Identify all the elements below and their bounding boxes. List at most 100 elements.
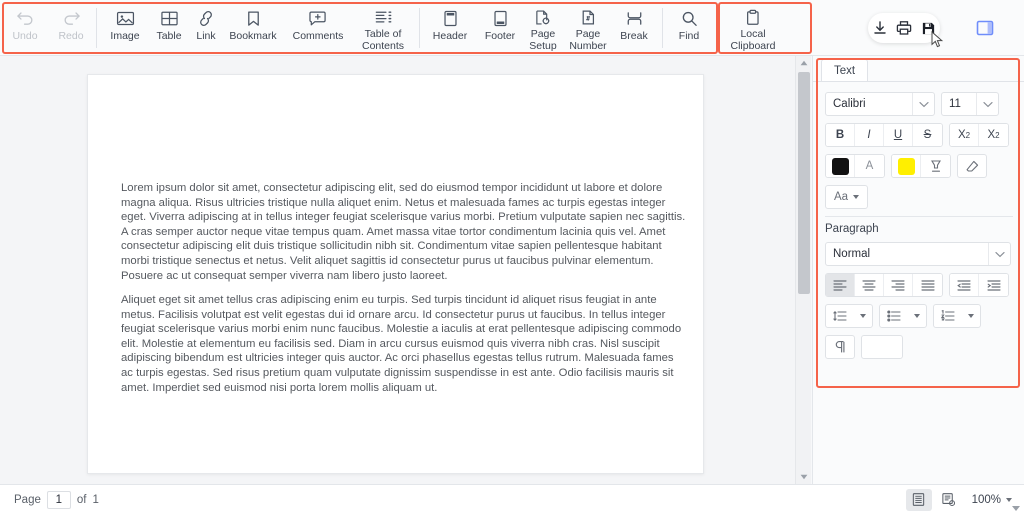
document-vertical-scrollbar[interactable]: [795, 56, 811, 484]
italic-button[interactable]: I: [855, 124, 884, 146]
document-editor-window: Undo Redo Image TableLinkBookmark CommentsTa…: [0, 0, 1024, 514]
bullet-list-icon: [880, 310, 908, 322]
page-number-input[interactable]: [47, 491, 71, 509]
scroll-up-arrow-icon[interactable]: [796, 56, 812, 70]
page-view-icon[interactable]: [906, 489, 932, 511]
toolbar-button-label: Page Setup: [529, 29, 556, 52]
highlight-color-swatch-button[interactable]: [892, 155, 921, 177]
save-button[interactable]: [918, 18, 938, 38]
toolbar-button-table[interactable]: Table: [148, 0, 190, 52]
paragraph-style-select[interactable]: Normal: [825, 242, 1011, 266]
superscript-label: X: [958, 129, 966, 141]
toolbar-button-image[interactable]: Image: [100, 0, 150, 52]
align-left-icon[interactable]: [826, 274, 855, 296]
document-paragraph[interactable]: Lorem ipsum dolor sit amet, consectetur …: [121, 181, 688, 283]
toolbar-separator: [96, 8, 97, 48]
toolbar-button-page-number[interactable]: Page Number: [564, 0, 612, 52]
clear-formatting-icon[interactable]: [957, 154, 987, 178]
toolbar-button-footer[interactable]: Footer: [476, 0, 524, 52]
document-paragraph[interactable]: Aliquet eget sit amet tellus cras adipis…: [121, 293, 688, 395]
change-case-button[interactable]: Aa: [825, 185, 868, 209]
highlighter-icon[interactable]: [921, 155, 950, 177]
color-row: A: [825, 154, 1013, 178]
extra-format-button[interactable]: [861, 335, 903, 359]
line-spacing-button[interactable]: [825, 304, 873, 328]
toolbar-button-table-of-contents[interactable]: Table of Contents: [352, 0, 414, 52]
web-view-icon[interactable]: [936, 489, 962, 511]
toolbar-button-find[interactable]: Find: [666, 0, 712, 52]
align-justify-icon[interactable]: [913, 274, 942, 296]
align-center-icon[interactable]: [855, 274, 884, 296]
scroll-down-arrow-icon[interactable]: [796, 470, 812, 484]
chevron-down-icon: [1006, 498, 1012, 502]
toolbar-separator: [662, 8, 663, 48]
chevron-down-icon: [853, 195, 859, 199]
toolbar-button-label: Image: [110, 31, 139, 43]
font-row: Calibri 11: [825, 92, 1013, 116]
text-color-letter: A: [866, 160, 874, 172]
strikethrough-button[interactable]: S: [913, 124, 942, 146]
page-indicator: Page of 1: [14, 491, 99, 509]
bold-label: B: [836, 129, 844, 141]
page-number-icon: [577, 7, 599, 27]
font-size-select[interactable]: 11: [941, 92, 999, 116]
list-row: [825, 304, 1013, 328]
chevron-down-icon[interactable]: [908, 314, 926, 318]
chevron-down-icon[interactable]: [912, 93, 934, 115]
underline-button[interactable]: U: [884, 124, 913, 146]
toolbar-button-label: Page Number: [569, 29, 606, 52]
indent-increase-icon[interactable]: [979, 274, 1008, 296]
paragraph-mark-icon[interactable]: [825, 335, 855, 359]
table-of-contents-icon: [372, 7, 394, 27]
bullet-list-button[interactable]: [879, 304, 927, 328]
side-panel-tabs: Text: [813, 56, 1024, 82]
numbered-list-button[interactable]: [933, 304, 981, 328]
document-page[interactable]: Lorem ipsum dolor sit amet, consectetur …: [87, 74, 704, 474]
toolbar-button-break[interactable]: Break: [612, 0, 656, 52]
formatting-side-panel: Text Calibri 11: [812, 56, 1024, 484]
toolbar-button-label: Header: [433, 31, 467, 43]
text-style-row: B I U S X2 X: [825, 123, 1013, 147]
text-color-swatch-button[interactable]: [826, 155, 855, 177]
toolbar-button-local-clipboard[interactable]: Local Clipboard: [722, 0, 784, 52]
zoom-control[interactable]: 100%: [972, 494, 1012, 506]
font-family-select[interactable]: Calibri: [825, 92, 935, 116]
indent-decrease-icon[interactable]: [950, 274, 979, 296]
bold-button[interactable]: B: [826, 124, 855, 146]
subscript-button[interactable]: X2: [979, 124, 1008, 146]
text-color-picker-button[interactable]: A: [855, 155, 884, 177]
tab-text[interactable]: Text: [821, 59, 868, 81]
chevron-down-icon[interactable]: [962, 314, 980, 318]
clipboard-icon: [742, 7, 764, 27]
text-color-swatch: [832, 158, 849, 175]
toolbar-button-comments[interactable]: Comments: [284, 0, 352, 52]
document-canvas[interactable]: Lorem ipsum dolor sit amet, consectetur …: [0, 56, 795, 484]
align-right-icon[interactable]: [884, 274, 913, 296]
scrollbar-thumb[interactable]: [798, 72, 810, 294]
text-color-group: A: [825, 154, 885, 178]
of-label: of: [77, 494, 87, 506]
chevron-down-icon[interactable]: [988, 243, 1010, 265]
chevron-down-icon[interactable]: [976, 93, 998, 115]
toolbar-button-label: Bookmark: [229, 31, 276, 43]
toolbar-button-link[interactable]: Link: [186, 0, 226, 52]
toolbar-separator: [718, 8, 719, 48]
italic-label: I: [867, 129, 870, 141]
print-button[interactable]: [894, 18, 914, 38]
toolbar-button-label: Break: [620, 31, 647, 43]
toolbar-button-page-setup[interactable]: Page Setup: [522, 0, 564, 52]
toolbar-button-bookmark[interactable]: Bookmark: [222, 0, 284, 52]
toolbar-button-undo: Undo: [2, 0, 48, 52]
bookmark-icon: [242, 7, 264, 29]
side-panel-toggle-icon[interactable]: [975, 19, 995, 37]
toolbar-button-header[interactable]: Header: [424, 0, 476, 52]
toolbar-separator: [419, 8, 420, 48]
tab-text-label: Text: [834, 65, 855, 77]
chevron-down-icon[interactable]: [854, 314, 872, 318]
toolbar-button-label: Redo: [58, 31, 83, 43]
download-button[interactable]: [870, 18, 890, 38]
page-label: Page: [14, 494, 41, 506]
superscript-button[interactable]: X2: [950, 124, 979, 146]
footer-icon: [489, 7, 511, 29]
quick-actions-group: [868, 13, 940, 43]
